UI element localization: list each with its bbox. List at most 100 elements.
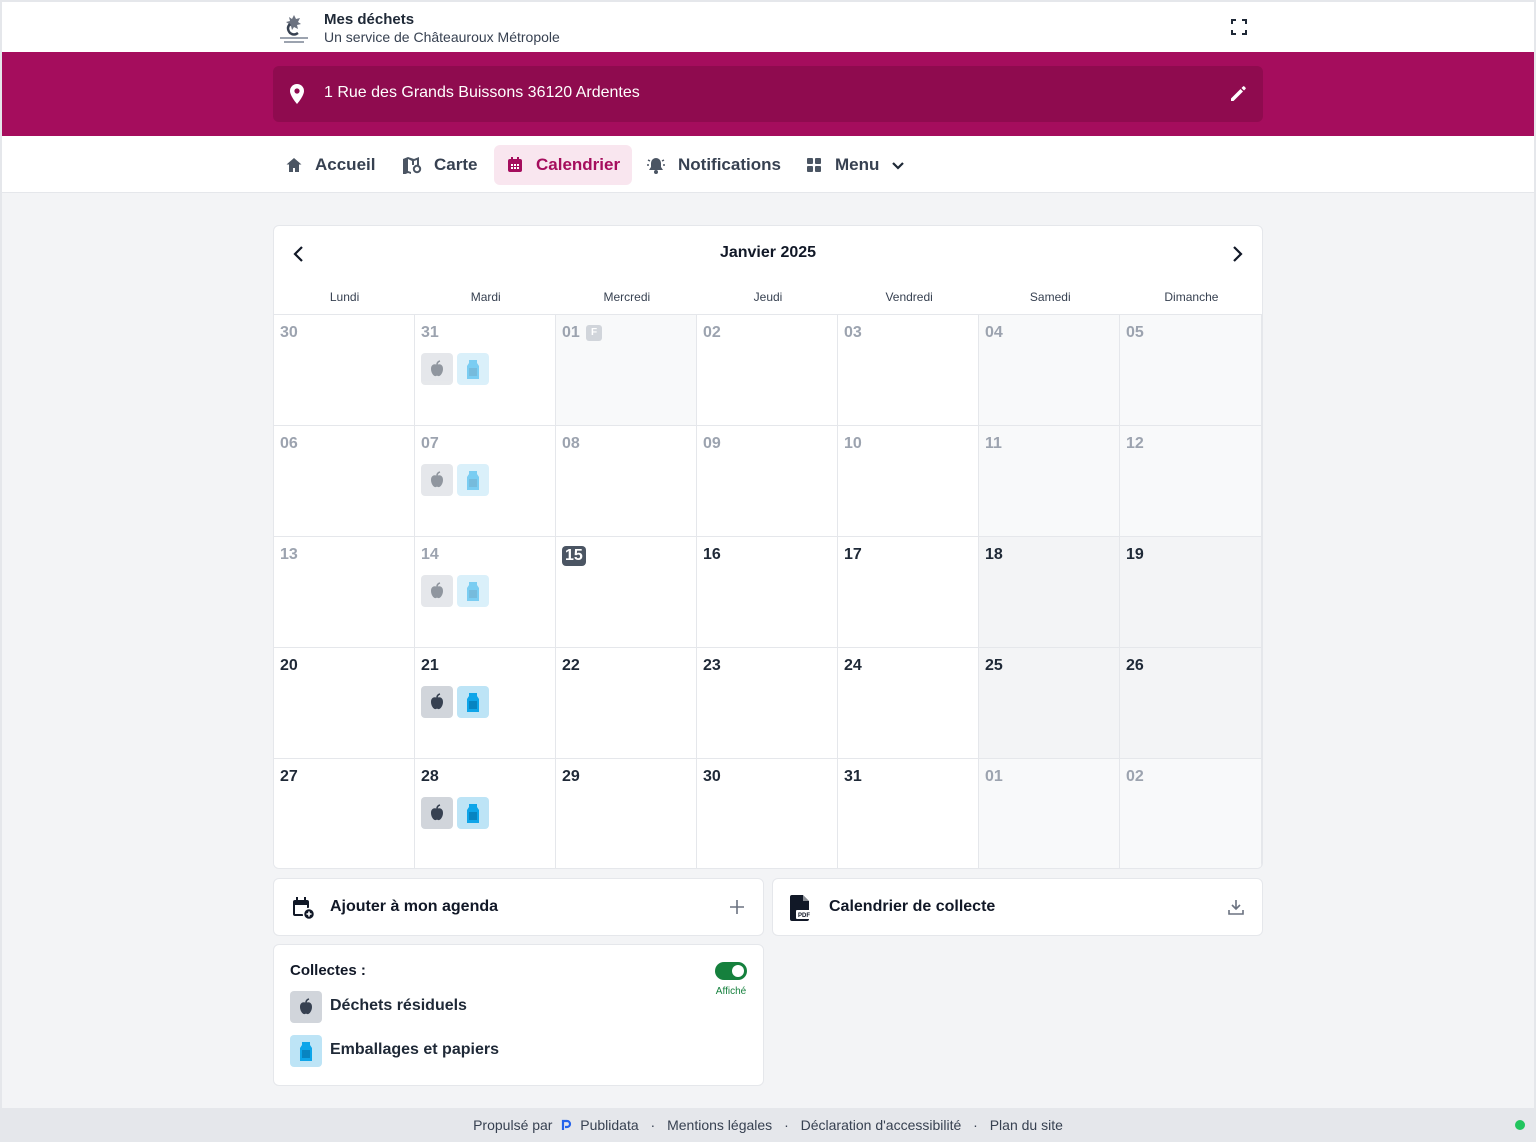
calendar-day-cell[interactable]: 23 bbox=[697, 647, 838, 758]
milk-carton-icon[interactable] bbox=[457, 797, 489, 829]
day-number: 31 bbox=[421, 324, 439, 341]
address-bar[interactable]: 1 Rue des Grands Buissons 36120 Ardentes bbox=[273, 66, 1263, 122]
apple-icon[interactable] bbox=[421, 797, 453, 829]
footer-accessibilite-link[interactable]: Déclaration d'accessibilité bbox=[801, 1117, 962, 1133]
day-number: 04 bbox=[985, 324, 1003, 341]
day-number: 25 bbox=[985, 657, 1003, 674]
display-toggle[interactable] bbox=[715, 962, 747, 980]
day-number: 10 bbox=[844, 435, 862, 452]
calendar-day-cell[interactable]: 29 bbox=[556, 758, 697, 868]
nav-calendrier[interactable]: Calendrier bbox=[494, 145, 633, 185]
apple-icon[interactable] bbox=[421, 353, 453, 385]
calendar-day-cell[interactable]: 17 bbox=[838, 536, 979, 647]
calendar-day-cell[interactable]: 22 bbox=[556, 647, 697, 758]
calendar-day-cell[interactable]: 25 bbox=[979, 647, 1120, 758]
fullscreen-icon[interactable] bbox=[1228, 16, 1250, 38]
calendar-day-cell[interactable]: 02 bbox=[697, 314, 838, 425]
calendar-day-cell[interactable]: 19 bbox=[1120, 536, 1262, 647]
calendar-day-cell[interactable]: 28 bbox=[415, 758, 556, 868]
milk-carton-icon bbox=[290, 1035, 322, 1067]
today-day-number: 15 bbox=[562, 546, 586, 566]
calendar-day-cell[interactable]: 30 bbox=[697, 758, 838, 868]
calendar-day-cell[interactable]: 24 bbox=[838, 647, 979, 758]
day-number: 02 bbox=[1126, 768, 1144, 785]
calendar-day-cell[interactable]: 18 bbox=[979, 536, 1120, 647]
weekday-label: Jeudi bbox=[753, 290, 783, 304]
apple-icon[interactable] bbox=[421, 575, 453, 607]
apple-icon[interactable] bbox=[421, 686, 453, 718]
day-number: 27 bbox=[280, 768, 298, 785]
milk-carton-icon[interactable] bbox=[457, 353, 489, 385]
calendar-day-cell[interactable]: 13 bbox=[274, 536, 415, 647]
calendar-day-cell[interactable]: 06 bbox=[274, 425, 415, 536]
calendar-day-cell[interactable]: 07 bbox=[415, 425, 556, 536]
address-text: 1 Rue des Grands Buissons 36120 Ardentes bbox=[324, 84, 640, 101]
toggle-state-label: Affiché bbox=[715, 986, 747, 997]
calendar-day-cell[interactable]: 12 bbox=[1120, 425, 1262, 536]
day-number: 29 bbox=[562, 768, 580, 785]
calendar-day-cell[interactable]: 10 bbox=[838, 425, 979, 536]
footer-publidata-link[interactable]: Publidata bbox=[580, 1117, 638, 1133]
calendar-day-cell[interactable]: 16 bbox=[697, 536, 838, 647]
bell-icon bbox=[647, 158, 665, 174]
calendar-day-cell[interactable]: 14 bbox=[415, 536, 556, 647]
calendar-day-cell[interactable]: 27 bbox=[274, 758, 415, 868]
nav-menu[interactable]: Menu bbox=[793, 145, 917, 185]
weekday-label: Samedi bbox=[1029, 290, 1071, 304]
day-number: 28 bbox=[421, 768, 439, 785]
calendar-day-cell[interactable]: 02 bbox=[1120, 758, 1262, 868]
map-pin-icon bbox=[290, 84, 304, 104]
calendar-day-cell[interactable]: 31 bbox=[838, 758, 979, 868]
calendar-day-cell[interactable]: 30 bbox=[274, 314, 415, 425]
chevron-right-icon[interactable] bbox=[1225, 242, 1249, 266]
download-pdf-button[interactable]: PDF Calendrier de collecte bbox=[772, 878, 1263, 936]
day-number: 14 bbox=[421, 546, 439, 563]
day-number: 13 bbox=[280, 546, 298, 563]
nav-notifications-label: Notifications bbox=[678, 155, 781, 174]
day-number: 06 bbox=[280, 435, 298, 452]
legend-title: Collectes : bbox=[290, 962, 366, 979]
calendar-plus-icon bbox=[293, 897, 315, 920]
weekday-label: Lundi bbox=[329, 290, 360, 304]
app-title: Mes déchets bbox=[324, 11, 415, 28]
calendar-day-cell[interactable]: 31 bbox=[415, 314, 556, 425]
add-to-agenda-button[interactable]: Ajouter à mon agenda bbox=[273, 878, 764, 936]
day-number: 30 bbox=[280, 324, 298, 341]
pdf-file-icon: PDF bbox=[790, 895, 812, 921]
calendar-day-cell[interactable]: 21 bbox=[415, 647, 556, 758]
legend-item-label: Emballages et papiers bbox=[330, 1041, 499, 1058]
add-to-agenda-label: Ajouter à mon agenda bbox=[330, 898, 499, 915]
milk-carton-icon[interactable] bbox=[457, 575, 489, 607]
milk-carton-icon[interactable] bbox=[457, 686, 489, 718]
day-number: 18 bbox=[985, 546, 1003, 563]
day-number: 11 bbox=[985, 435, 1002, 452]
calendar-day-cell[interactable]: 08 bbox=[556, 425, 697, 536]
calendar-day-cell[interactable]: 05 bbox=[1120, 314, 1262, 425]
map-icon bbox=[403, 157, 422, 174]
calendar-day-cell[interactable]: 26 bbox=[1120, 647, 1262, 758]
footer-plan-link[interactable]: Plan du site bbox=[990, 1117, 1063, 1133]
nav-accueil[interactable]: Accueil bbox=[273, 145, 387, 185]
calendar-day-cell[interactable]: 20 bbox=[274, 647, 415, 758]
calendar-day-cell[interactable]: 01 bbox=[979, 758, 1120, 868]
nav-notifications[interactable]: Notifications bbox=[634, 145, 793, 185]
day-number: 26 bbox=[1126, 657, 1144, 674]
pencil-icon[interactable] bbox=[1228, 84, 1248, 104]
day-number: 31 bbox=[844, 768, 862, 785]
calendar-day-cell[interactable]: 15 bbox=[556, 536, 697, 647]
calendar-day-cell[interactable]: 03 bbox=[838, 314, 979, 425]
calendar-grid: 30 31 01 F 02 03 04 05 06 07 08 09 10 11 12 13 14 15 16 17 1… bbox=[274, 314, 1262, 868]
weekday-header: Lundi Mardi Mercredi Jeudi Vendredi Same… bbox=[274, 290, 1262, 314]
chateauroux-logo bbox=[280, 15, 308, 43]
calendar: Janvier 2025 Lundi Mardi Mercredi Jeudi … bbox=[273, 225, 1263, 869]
footer-mentions-link[interactable]: Mentions légales bbox=[667, 1117, 772, 1133]
day-number: 09 bbox=[703, 435, 721, 452]
milk-carton-icon[interactable] bbox=[457, 464, 489, 496]
apple-icon[interactable] bbox=[421, 464, 453, 496]
calendar-day-cell[interactable]: 11 bbox=[979, 425, 1120, 536]
calendar-day-cell[interactable]: 09 bbox=[697, 425, 838, 536]
calendar-day-cell[interactable]: 04 bbox=[979, 314, 1120, 425]
nav-carte[interactable]: Carte bbox=[390, 145, 489, 185]
calendar-day-cell[interactable]: 01 F bbox=[556, 314, 697, 425]
svg-text:PDF: PDF bbox=[798, 913, 810, 919]
